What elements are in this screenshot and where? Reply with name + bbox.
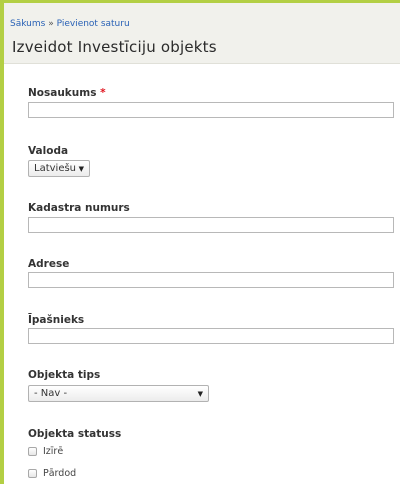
page-title: Izveidot Investīciju objekts: [12, 38, 217, 56]
statuss-option-izire[interactable]: Izīrē: [28, 446, 63, 457]
objekta-tips-select[interactable]: - Nav - ▼: [28, 385, 209, 402]
ipasnieks-input[interactable]: [28, 328, 394, 344]
breadcrumb-home-link[interactable]: Sākums: [10, 19, 45, 29]
valoda-select[interactable]: Latviešu ▼: [28, 160, 90, 177]
statuss-option-pardod[interactable]: Pārdod: [28, 468, 76, 479]
izire-label: Izīrē: [43, 446, 64, 457]
page-header: Sākums » Pievienot saturu Izveidot Inves…: [4, 3, 400, 64]
ipasnieks-label: Īpašnieks: [28, 314, 85, 326]
required-marker: *: [100, 87, 106, 99]
adrese-label: Adrese: [28, 258, 70, 270]
breadcrumb: Sākums » Pievienot saturu: [10, 19, 130, 29]
objekta-tips-label: Objekta tips: [28, 369, 101, 381]
objekta-statuss-label: Objekta statuss: [28, 428, 122, 440]
breadcrumb-separator: »: [48, 19, 54, 29]
objekta-tips-select-value: - Nav -: [34, 388, 68, 399]
frame-left-border: [0, 0, 4, 484]
adrese-input[interactable]: [28, 272, 394, 288]
kadastra-numurs-input[interactable]: [28, 217, 394, 233]
nosaukums-label: Nosaukums *: [28, 87, 106, 99]
nosaukums-input[interactable]: [28, 102, 394, 118]
pardod-checkbox[interactable]: [28, 469, 37, 478]
valoda-select-value: Latviešu: [34, 163, 77, 174]
nosaukums-label-text: Nosaukums: [28, 87, 97, 99]
izire-checkbox[interactable]: [28, 447, 37, 456]
valoda-label: Valoda: [28, 145, 69, 157]
pardod-label: Pārdod: [43, 468, 77, 479]
breadcrumb-current-link[interactable]: Pievienot saturu: [57, 19, 130, 29]
chevron-down-icon: ▼: [78, 164, 84, 173]
chevron-down-icon: ▼: [197, 389, 203, 398]
kadastra-numurs-label: Kadastra numurs: [28, 202, 130, 214]
